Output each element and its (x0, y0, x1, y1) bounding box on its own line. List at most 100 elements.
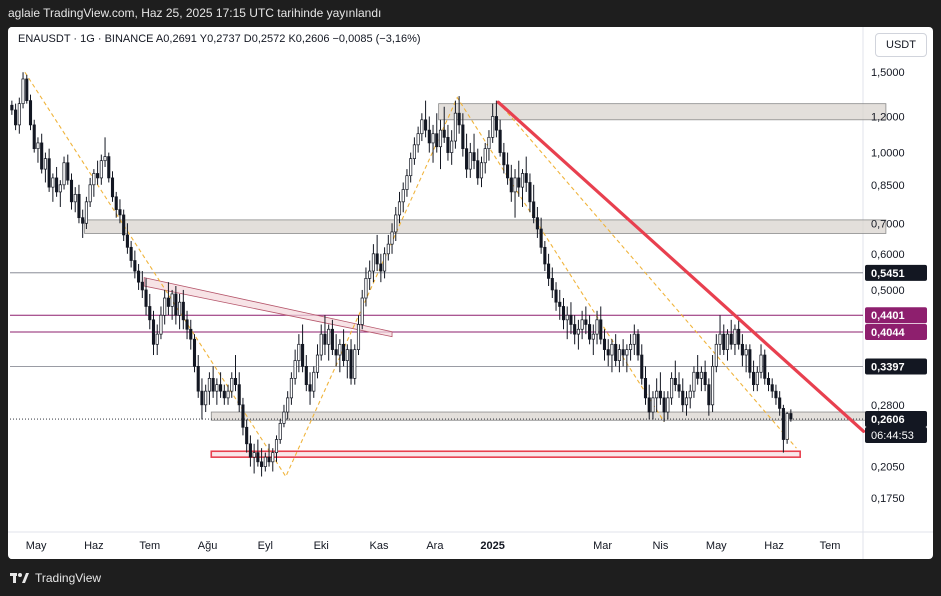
candle-body (118, 209, 122, 216)
candle-body (312, 371, 316, 392)
candle-body (487, 136, 491, 150)
zone-grey-0 (438, 103, 887, 121)
candle-body (301, 343, 305, 367)
candle-body (696, 371, 700, 379)
candle-body (122, 214, 126, 236)
candle-body (573, 324, 577, 335)
candle-body (457, 112, 461, 126)
candle-body (129, 246, 133, 261)
candle-body (88, 184, 92, 203)
candle-body (554, 289, 558, 303)
candle-body (360, 297, 364, 325)
candle-body (211, 378, 215, 392)
footer: TradingView (0, 560, 941, 596)
candle-body (673, 378, 677, 386)
candle-body (73, 193, 77, 203)
candle-body (558, 301, 562, 307)
candle-body (286, 397, 290, 413)
tradingview-brand[interactable]: TradingView (10, 571, 101, 585)
candle-body (304, 366, 308, 386)
candle-body (353, 349, 357, 379)
candle-body (364, 278, 368, 299)
x-tick-label: Nis (652, 540, 668, 552)
y-tick-label: 0,1750 (871, 493, 905, 505)
candle-body (491, 116, 495, 138)
candle-body (349, 349, 353, 379)
candle-body (550, 278, 554, 291)
candle-body (699, 371, 703, 379)
candle-body (509, 177, 513, 193)
tradingview-logo-icon (10, 573, 29, 583)
x-tick-label: Haz (84, 540, 104, 552)
candle-body (125, 234, 129, 248)
x-tick-label: Haz (764, 540, 784, 552)
candle-body (543, 246, 547, 265)
candle-body (77, 193, 81, 219)
candle-body (532, 201, 536, 219)
candle-body (737, 328, 741, 345)
candle-body (472, 152, 476, 162)
candle-body (778, 397, 782, 409)
candle-body (274, 439, 279, 453)
chart-frame[interactable]: 1,5000 1,2000 1,0000 0,8500 0,7000 0,6000 0,50… (8, 27, 933, 559)
candle-body (166, 297, 170, 307)
candle-body (424, 119, 428, 131)
candle-body (17, 103, 21, 126)
x-tick-label: Tem (820, 540, 841, 552)
candle-body (383, 253, 387, 272)
publish-header: aglaie TradingView.com, Haz 25, 2025 17:… (0, 0, 941, 26)
candle-body (81, 217, 85, 224)
candle-body (640, 354, 644, 379)
candle-body (748, 349, 752, 373)
candle-body (319, 333, 323, 356)
candle-body (412, 144, 416, 159)
candle-body (230, 378, 234, 392)
candle-body (43, 158, 47, 170)
candle-body (338, 343, 342, 356)
candle-body (282, 411, 286, 424)
candle-body (677, 384, 681, 392)
candle-body (334, 349, 338, 356)
candle-body (602, 338, 607, 350)
candle-body (189, 328, 193, 340)
candle-body (375, 253, 379, 265)
y-tick-label: 0,2800 (871, 400, 905, 412)
candle-body (535, 217, 539, 230)
candle-body (781, 408, 785, 440)
candle-body (51, 177, 55, 188)
candle-body (711, 366, 715, 406)
candle-body (435, 133, 439, 148)
candle-body (427, 129, 431, 144)
candle-body (442, 129, 446, 138)
candle-body (506, 164, 510, 179)
published-text: aglaie TradingView.com, Haz 25, 2025 17:… (8, 6, 382, 20)
candle-body (431, 133, 435, 144)
candle-body (289, 378, 293, 399)
candle-body (222, 390, 226, 399)
candle-body (438, 129, 443, 148)
candle-body (539, 228, 543, 248)
x-tick-label: Eyl (258, 540, 273, 552)
candle-body (297, 343, 301, 361)
x-tick-label: Ağu (198, 540, 218, 552)
candle-body (192, 338, 197, 367)
candle-body (789, 413, 793, 420)
candle-body (692, 371, 696, 392)
price-label-text: 06:44:53 (871, 430, 914, 442)
brand-label: TradingView (35, 571, 102, 585)
candle-body (394, 214, 398, 233)
candle-body (405, 175, 409, 190)
candle-body (36, 142, 40, 150)
candle-body (110, 177, 115, 198)
candle-body (766, 378, 771, 386)
candle-body (237, 384, 241, 406)
price-chart[interactable]: 1,5000 1,2000 1,0000 0,8500 0,7000 0,6000 0,50… (8, 27, 933, 559)
candle-body (584, 319, 588, 325)
candle-body (163, 297, 167, 316)
candle-body (513, 177, 517, 193)
currency-button[interactable]: USDT (875, 33, 927, 57)
candle-body (342, 343, 346, 361)
candle-body (151, 319, 156, 345)
candle-body (379, 263, 383, 272)
candle-body (196, 366, 200, 392)
